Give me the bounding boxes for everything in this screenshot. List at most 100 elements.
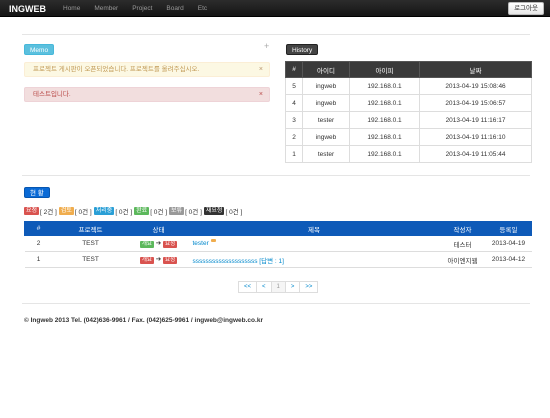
nav-member[interactable]: Member [87, 0, 125, 17]
cell-author: 아이엔지웹 [439, 251, 486, 268]
status-count: [ 0건 ] [185, 209, 202, 216]
cell-ip: 192.168.0.1 [349, 94, 420, 112]
status-from-badge: 개요 [139, 241, 154, 248]
cell-status: 개요 ➔ 요청 [128, 251, 189, 268]
status-tag-request: 요청 [24, 207, 40, 215]
status-to-badge: 요청 [163, 257, 178, 264]
close-icon[interactable]: × [259, 63, 263, 76]
status-count: [ 0건 ] [150, 209, 168, 216]
status-count: [ 0건 ] [225, 209, 243, 216]
page-last-button[interactable]: >> [299, 281, 319, 293]
cell-date: 2013-04-12 [485, 251, 532, 268]
cell-ip: 192.168.0.1 [349, 145, 420, 163]
page-prev-button[interactable]: < [256, 281, 272, 293]
table-row: 2 ingweb 192.168.0.1 2013-04-19 11:16:10 [285, 128, 532, 146]
status-tag-processing: 처리중 [93, 207, 115, 215]
alert-text: 프로젝트 게시판이 오픈되었습니다. 프로젝트를 올려주십시오. [33, 66, 200, 73]
history-label: History [286, 44, 319, 55]
cell-num: 4 [285, 94, 303, 112]
cell-id: tester [302, 111, 350, 129]
table-row[interactable]: 1 TEST 개요 ➔ 요청 ssssssssssssssssssss [답변 … [24, 251, 532, 268]
cell-date: 2013-04-19 15:08:46 [419, 77, 532, 95]
page-next-button[interactable]: > [284, 281, 301, 293]
cell-date: 2013-04-19 11:16:10 [419, 128, 532, 146]
table-header-row: # 아이디 아이피 날짜 [285, 61, 532, 78]
divider [22, 34, 530, 35]
cell-num: 2 [285, 128, 303, 146]
logout-button[interactable]: 로그아웃 [508, 2, 544, 15]
cell-title: ssssssssssssssssssss [답변 : 1] [188, 251, 440, 268]
col-ip: 아이피 [349, 61, 420, 78]
status-count: [ 0건 ] [74, 209, 92, 216]
page-current[interactable]: 1 [270, 281, 286, 293]
brand-logo[interactable]: INGWEB [9, 4, 46, 14]
cell-id: tester [302, 145, 350, 163]
nav-home[interactable]: Home [56, 0, 87, 17]
table-row: 3 tester 192.168.0.1 2013-04-19 11:16:17 [285, 111, 532, 129]
status-tag-hold: 보류 [169, 207, 185, 215]
arrow-icon: ➔ [155, 240, 162, 247]
col-id: 아이디 [302, 61, 350, 78]
divider [22, 303, 530, 304]
nav-etc[interactable]: Etc [191, 0, 214, 17]
close-icon[interactable]: × [259, 88, 263, 101]
status-tag-review: 검토 [58, 207, 74, 215]
main-nav: Home Member Project Board Etc [56, 0, 214, 17]
arrow-icon: ➔ [155, 256, 162, 263]
project-table: # 프로젝트 상태 제목 작성자 등록일 2 TEST 개요 ➔ 요청 test… [24, 221, 532, 268]
status-count: [ 0건 ] [115, 209, 133, 216]
post-title-link[interactable]: ssssssssssssssssssss [답변 : 1] [193, 258, 284, 265]
cell-id: ingweb [302, 94, 350, 112]
cell-num: 2 [24, 235, 53, 252]
cell-id: ingweb [302, 128, 350, 146]
col-num: # [285, 61, 303, 78]
memo-alert-notice: 프로젝트 게시판이 오픈되었습니다. 프로젝트를 올려주십시오. × [24, 62, 270, 77]
cell-status: 개요 ➔ 요청 [128, 235, 189, 252]
new-post-icon [210, 239, 216, 243]
cell-ip: 192.168.0.1 [349, 111, 420, 129]
table-row: 5 ingweb 192.168.0.1 2013-04-19 15:08:46 [285, 77, 532, 95]
status-summary: 요청 [ 2건 ] 검토 [ 0건 ] 처리중 [ 0건 ] 완료 [ 0건 ]… [24, 206, 244, 216]
cell-num: 5 [285, 77, 303, 95]
col-num: # [24, 221, 53, 236]
col-project: 프로젝트 [52, 221, 129, 236]
alert-text: 테스트입니다. [33, 91, 71, 98]
status-count: [ 2건 ] [40, 209, 57, 216]
col-status: 상태 [128, 221, 189, 236]
col-date: 등록일 [485, 221, 532, 236]
add-memo-icon[interactable]: + [264, 41, 269, 51]
divider [22, 175, 530, 176]
status-tag-done: 완료 [134, 207, 150, 215]
col-title: 제목 [188, 221, 440, 236]
memo-label: Memo [24, 44, 55, 55]
cell-date: 2013-04-19 11:05:44 [419, 145, 532, 163]
cell-project: TEST [52, 251, 129, 268]
cell-author: 테스터 [439, 235, 486, 252]
nav-project[interactable]: Project [125, 0, 159, 17]
status-from-badge: 개요 [139, 257, 154, 264]
table-row[interactable]: 2 TEST 개요 ➔ 요청 tester 테스터 2013-04-19 [24, 235, 532, 252]
cell-num: 3 [285, 111, 303, 129]
status-tag-rerequest: 재요청 [203, 207, 225, 215]
table-row: 1 tester 192.168.0.1 2013-04-19 11:05:44 [285, 145, 532, 163]
cell-num: 1 [24, 251, 53, 268]
col-author: 작성자 [439, 221, 486, 236]
cell-date: 2013-04-19 [485, 235, 532, 252]
cell-project: TEST [52, 235, 129, 252]
cell-num: 1 [285, 145, 303, 163]
history-table: # 아이디 아이피 날짜 5 ingweb 192.168.0.1 2013-0… [285, 61, 532, 163]
cell-ip: 192.168.0.1 [349, 77, 420, 95]
cell-title: tester [188, 235, 440, 252]
memo-alert-test: 테스트입니다. × [24, 87, 270, 102]
post-title-link[interactable]: tester [193, 241, 209, 248]
cell-ip: 192.168.0.1 [349, 128, 420, 146]
status-label: 현 황 [24, 187, 50, 198]
cell-date: 2013-04-19 11:16:17 [419, 111, 532, 129]
footer-text: © Ingweb 2013 Tel. (042)636-9961 / Fax. … [24, 317, 263, 324]
col-date: 날짜 [419, 61, 532, 78]
table-header-row: # 프로젝트 상태 제목 작성자 등록일 [24, 221, 532, 236]
cell-id: ingweb [302, 77, 350, 95]
top-navbar: INGWEB Home Member Project Board Etc 로그아… [0, 0, 550, 17]
page-first-button[interactable]: << [238, 281, 258, 293]
nav-board[interactable]: Board [159, 0, 190, 17]
